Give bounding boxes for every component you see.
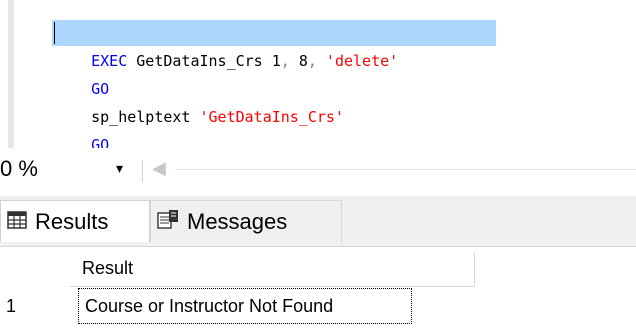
editor-gutter — [8, 0, 14, 148]
tab-messages-label: Messages — [187, 208, 288, 234]
arg-1: 1 — [271, 52, 281, 70]
results-grid: Result 1 Course or Instructor Not Found — [0, 252, 636, 330]
code-line-1[interactable]: EXEC GetDataIns_Crs 1, 8, 'delete' — [55, 19, 398, 70]
zoom-level[interactable]: 0 % — [0, 156, 38, 182]
messages-icon — [157, 209, 179, 235]
column-header-label: Result — [82, 258, 134, 278]
column-header-result[interactable]: Result — [70, 252, 475, 287]
zoom-bar: 0 % ▾ ◀ — [0, 148, 636, 192]
arg-3-string: 'delete' — [316, 52, 399, 70]
comma: , — [307, 52, 317, 70]
results-tabs: Results Messages — [0, 196, 636, 247]
row-number[interactable]: 1 — [0, 288, 70, 324]
code-line-3[interactable]: sp_helptext 'GetDataIns_Crs' — [55, 75, 344, 126]
cell-value: Course or Instructor Not Found — [85, 296, 334, 316]
horizontal-scrollbar[interactable] — [175, 169, 636, 170]
tab-results[interactable]: Results — [0, 200, 150, 242]
table-cell[interactable]: Course or Instructor Not Found — [78, 288, 412, 324]
chevron-down-icon[interactable]: ▾ — [116, 160, 123, 177]
tab-messages[interactable]: Messages — [150, 200, 342, 242]
string-literal: 'GetDataIns_Crs' — [199, 108, 345, 126]
scroll-left-icon[interactable]: ◀ — [152, 158, 166, 179]
arg-2: 8 — [289, 52, 308, 70]
grid-icon — [7, 209, 27, 235]
code-line-2[interactable]: GO — [55, 47, 109, 98]
code-line-4[interactable]: GO — [55, 103, 109, 154]
sql-editor[interactable]: EXEC GetDataIns_Crs 1, 8, 'delete' GO sp… — [0, 0, 636, 154]
divider — [142, 160, 143, 182]
proc-name: GetDataIns_Crs — [127, 52, 272, 70]
text-caret — [54, 22, 55, 44]
row-number-label: 1 — [6, 296, 17, 316]
comma: , — [280, 52, 290, 70]
tab-results-label: Results — [35, 208, 109, 234]
